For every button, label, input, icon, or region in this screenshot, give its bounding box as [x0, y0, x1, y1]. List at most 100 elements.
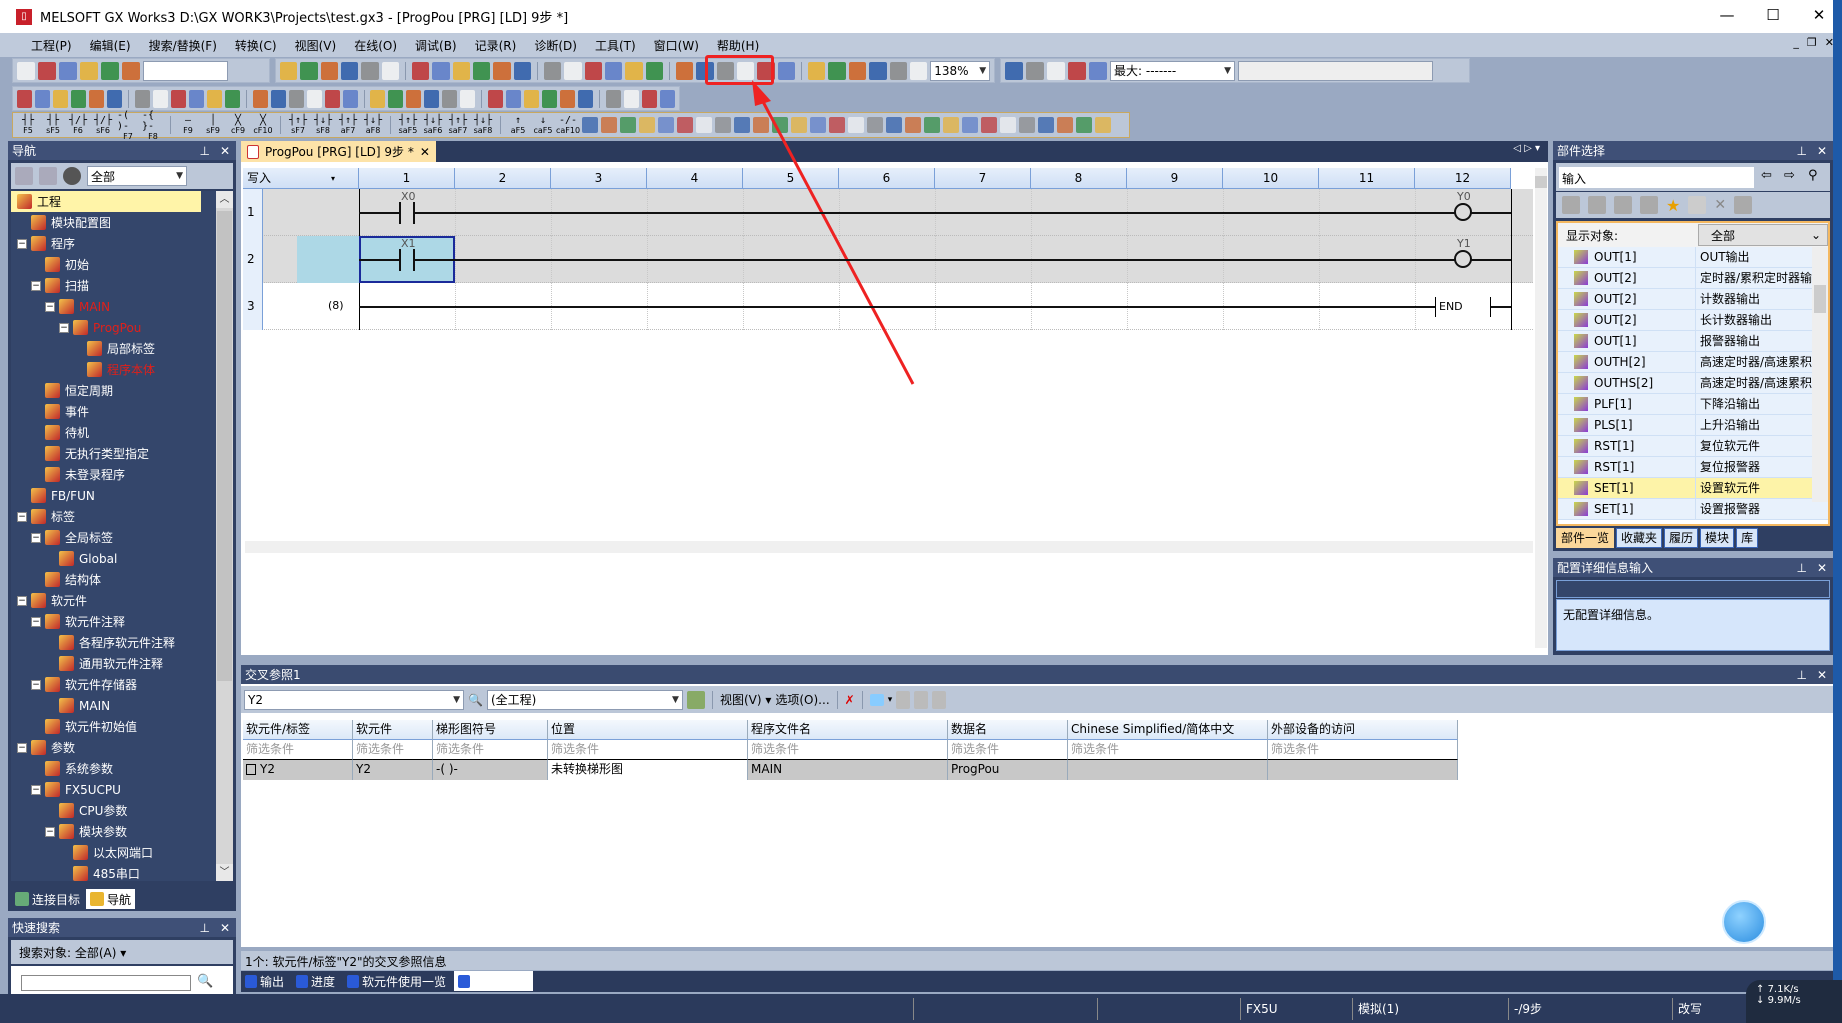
find-next-icon[interactable]: ⇨ — [1784, 168, 1795, 183]
new-folder-icon[interactable] — [1688, 196, 1707, 214]
toolbar-button-icon[interactable] — [513, 61, 532, 80]
column-header[interactable]: 软元件/标签 — [243, 720, 353, 740]
ladder-symbol-button-sF5[interactable]: ┤├ sF5 — [42, 115, 64, 135]
quick-search-input[interactable] — [21, 975, 191, 991]
ladder-tool-icon[interactable] — [943, 117, 959, 133]
toolbar-button-icon[interactable] — [388, 89, 404, 108]
tree-item[interactable]: − 软元件存储器 — [11, 674, 216, 695]
parts-search-input[interactable]: 输入 — [1559, 167, 1754, 188]
ladder-tool-icon[interactable] — [867, 117, 883, 133]
tree-item[interactable]: 局部标签 — [11, 338, 216, 359]
pin-icon[interactable]: ⊥ — [1796, 144, 1806, 158]
find-prev-icon[interactable]: ⇦ — [1761, 168, 1772, 183]
menu-item-7[interactable]: 记录(R) — [466, 37, 526, 54]
ladder-grid[interactable]: 写入 ▾ 1 2 3 4 5 6 7 8 9 10 11 12 1 X0 Y0 2 X1 Y1 3 (8) END — [243, 168, 1533, 473]
toolbar-button-icon[interactable] — [1068, 61, 1086, 80]
tab-navigation[interactable]: 导航 — [86, 889, 136, 909]
toolbar-button-icon[interactable] — [300, 61, 318, 80]
ladder-symbol-button-aF7[interactable]: ┤↑├ aF7 — [337, 115, 359, 135]
parts-list-item[interactable]: OUTHS[2] 高速定时器/高速累积定时器 — [1558, 373, 1828, 394]
toolbar-button-icon[interactable] — [560, 89, 576, 108]
toolbar-button-icon[interactable] — [909, 61, 928, 80]
toolbar-button-icon[interactable] — [488, 89, 504, 108]
star-icon[interactable]: ★ — [1666, 196, 1680, 215]
toolbar-button-icon[interactable] — [170, 89, 186, 108]
parts-list-item[interactable]: PLS[1] 上升沿输出 — [1558, 415, 1828, 436]
toolbar-button-icon[interactable] — [424, 89, 440, 108]
ladder-rung[interactable]: 3 (8) END — [243, 283, 1533, 330]
parts-tab-1[interactable]: 收藏夹 — [1616, 528, 1663, 548]
parts-list-item[interactable]: SET[1] 设置报警器 — [1558, 499, 1828, 520]
horizontal-scrollbar[interactable] — [245, 541, 1533, 553]
filter-select[interactable]: 全部 ⌄ — [1698, 224, 1828, 246]
tree-item[interactable]: 各程序软元件注释 — [11, 632, 216, 653]
tab-progpou[interactable]: ProgPou [PRG] [LD] 9步 * ✕ — [241, 141, 436, 162]
ladder-tool-icon[interactable] — [715, 117, 731, 133]
ladder-tool-icon[interactable] — [848, 117, 864, 133]
tree-item[interactable]: − 软元件注释 — [11, 611, 216, 632]
clear-icon[interactable]: ✗ — [845, 693, 855, 707]
search-icon[interactable]: 🔍 — [468, 693, 483, 707]
search-target-menu[interactable]: 搜索对象: 全部(A) ▾ — [11, 940, 233, 964]
tree-item[interactable]: 恒定周期 — [11, 380, 216, 401]
filter-input[interactable]: 筛选条件 — [433, 740, 548, 760]
toolbar-button-icon[interactable] — [869, 61, 887, 80]
ladder-symbol-button-cF10[interactable]: ╳ cF10 — [252, 115, 274, 135]
tree-item[interactable]: 工程 — [11, 191, 201, 212]
tree-item[interactable]: − MAIN — [11, 296, 216, 317]
ladder-tool-icon[interactable] — [1095, 117, 1111, 133]
minimize-button[interactable]: — — [1704, 0, 1750, 30]
ladder-symbol-button-F8[interactable]: -{ }- F8 — [142, 110, 164, 141]
color-icon[interactable] — [869, 693, 884, 706]
ladder-symbol-button-F6[interactable]: ┤/├ F6 — [67, 115, 89, 135]
close-tab-icon[interactable]: ✕ — [420, 145, 430, 159]
register-icon[interactable] — [1562, 196, 1580, 214]
end-instruction[interactable]: END — [1435, 297, 1491, 317]
collapse-icon[interactable]: − — [45, 826, 55, 837]
menu-item-0[interactable]: 工程(P) — [22, 37, 81, 54]
toolbar-button-icon[interactable] — [306, 89, 322, 108]
toolbar-button-icon[interactable] — [1026, 61, 1044, 80]
filter-input[interactable]: 筛选条件 — [243, 740, 353, 760]
coil-symbol[interactable] — [1454, 203, 1472, 221]
jump-icon[interactable] — [932, 690, 947, 709]
collapse-icon[interactable]: − — [17, 511, 27, 522]
collapse-icon[interactable]: − — [17, 595, 27, 606]
mdi-minimize-icon[interactable]: _ — [1793, 36, 1799, 49]
device-search-combo[interactable]: Y2 ▼ — [244, 689, 464, 710]
close-icon[interactable]: ✕ — [220, 144, 230, 158]
tree-item[interactable]: 通用软元件注释 — [11, 653, 216, 674]
toolbar-button-icon[interactable] — [645, 61, 664, 80]
toolbar-button-icon[interactable] — [101, 61, 119, 80]
parts-list-item[interactable]: OUT[1] OUT输出 — [1558, 247, 1828, 268]
toolbar-button-icon[interactable] — [578, 89, 594, 108]
max-scan-select[interactable]: 最大: ------- ▼ — [1110, 60, 1235, 81]
ladder-tool-icon[interactable] — [791, 117, 807, 133]
toolbar-button-icon[interactable] — [606, 89, 622, 108]
ladder-symbol-button-F7[interactable]: -( )- F7 — [117, 110, 139, 141]
toolbar-button-icon[interactable] — [432, 61, 450, 80]
toolbar-button-icon[interactable] — [412, 61, 430, 80]
menu-item-9[interactable]: 工具(T) — [586, 37, 645, 54]
toolbar-button-icon[interactable] — [17, 89, 32, 108]
pin-icon[interactable]: ⊥ — [1796, 668, 1806, 682]
column-header[interactable]: 程序文件名 — [748, 720, 948, 740]
toolbar-button-icon[interactable] — [889, 61, 907, 80]
toolbar-button-icon[interactable] — [59, 61, 77, 80]
scope-combo[interactable]: (全工程) ▼ — [486, 689, 683, 710]
tree-item[interactable]: 系统参数 — [11, 758, 216, 779]
tree-item[interactable]: CPU参数 — [11, 800, 216, 821]
tree-item[interactable]: 程序本体 — [11, 359, 216, 380]
toolbar-button-icon[interactable] — [584, 61, 603, 80]
toolbar-button-icon[interactable] — [460, 89, 476, 108]
toolbar-button-icon[interactable] — [38, 61, 56, 80]
toolbar-button-icon[interactable] — [341, 61, 359, 80]
toolbar-combo[interactable] — [143, 60, 228, 81]
menu-item-2[interactable]: 搜索/替换(F) — [140, 37, 226, 54]
tree-item[interactable]: 模块配置图 — [11, 212, 216, 233]
toolbar-button-icon[interactable] — [122, 61, 140, 80]
contact-symbol[interactable] — [399, 249, 415, 271]
tree-item[interactable]: − 全局标签 — [11, 527, 216, 548]
ladder-tool-icon[interactable] — [620, 117, 636, 133]
filter-input[interactable]: 筛选条件 — [548, 740, 748, 760]
